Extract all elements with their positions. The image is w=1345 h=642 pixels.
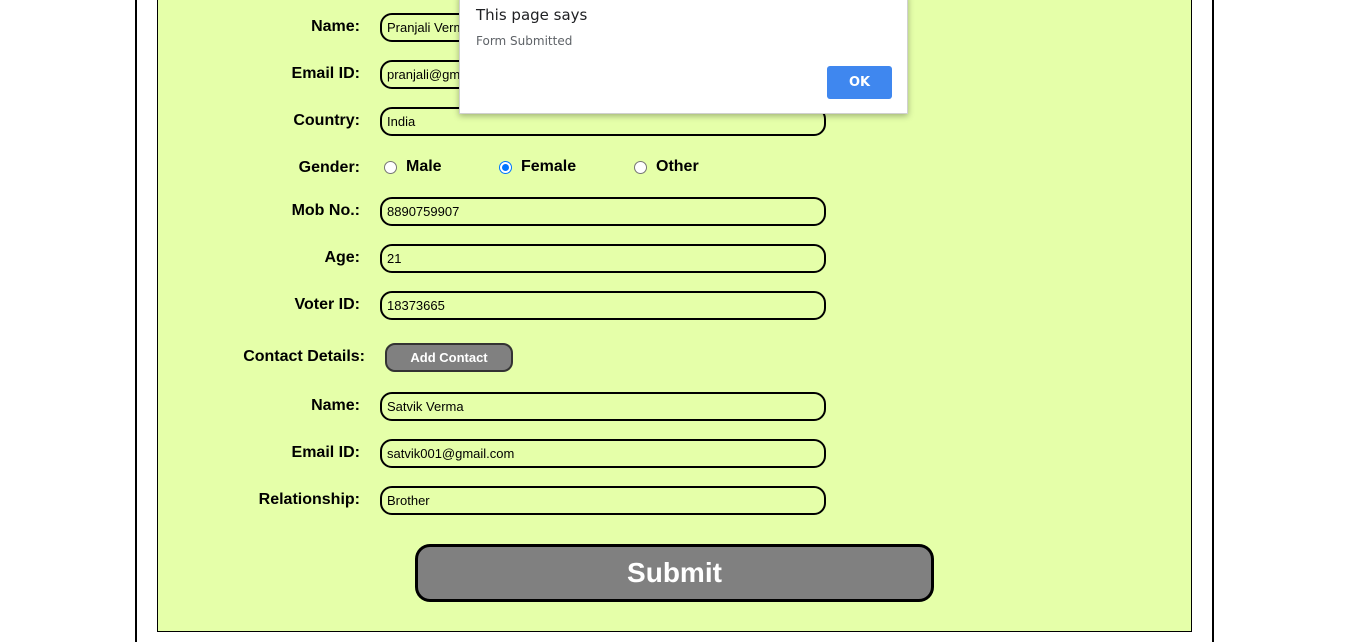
male-radio-label: Male: [406, 158, 442, 175]
female-radio-label: Female: [521, 158, 577, 175]
mobile-field[interactable]: [380, 197, 826, 226]
contact-email-field[interactable]: [380, 439, 826, 468]
country-label: Country:: [293, 112, 360, 129]
email-label: Email ID:: [291, 65, 360, 82]
contact-name-label: Name:: [311, 397, 360, 414]
age-field[interactable]: [380, 244, 826, 273]
other-radio-label: Other: [656, 158, 699, 175]
female-radio[interactable]: [499, 160, 512, 174]
mobile-label: Mob No.:: [291, 202, 360, 219]
voter-id-field[interactable]: [380, 291, 826, 320]
contact-details-label: Contact Details:: [243, 348, 365, 365]
relationship-label: Relationship:: [258, 491, 360, 508]
age-label: Age:: [324, 249, 360, 266]
alert-dialog: This page says Form Submitted OK: [459, 0, 908, 114]
other-radio[interactable]: [634, 160, 647, 174]
gender-option-other[interactable]: Other: [634, 158, 699, 176]
submit-button[interactable]: Submit: [416, 545, 933, 601]
dialog-message: Form Submitted: [476, 34, 573, 48]
voter-id-label: Voter ID:: [294, 296, 360, 313]
contact-name-field[interactable]: [380, 392, 826, 421]
gender-label: Gender:: [298, 159, 360, 176]
dialog-title: This page says: [476, 6, 588, 24]
relationship-field[interactable]: [380, 486, 826, 515]
male-radio[interactable]: [384, 160, 397, 174]
gender-option-female[interactable]: Female: [499, 158, 576, 176]
name-label: Name:: [311, 18, 360, 35]
add-contact-button[interactable]: Add Contact: [385, 343, 513, 372]
contact-email-label: Email ID:: [291, 444, 360, 461]
dialog-ok-button[interactable]: OK: [827, 66, 892, 99]
gender-option-male[interactable]: Male: [384, 158, 442, 176]
